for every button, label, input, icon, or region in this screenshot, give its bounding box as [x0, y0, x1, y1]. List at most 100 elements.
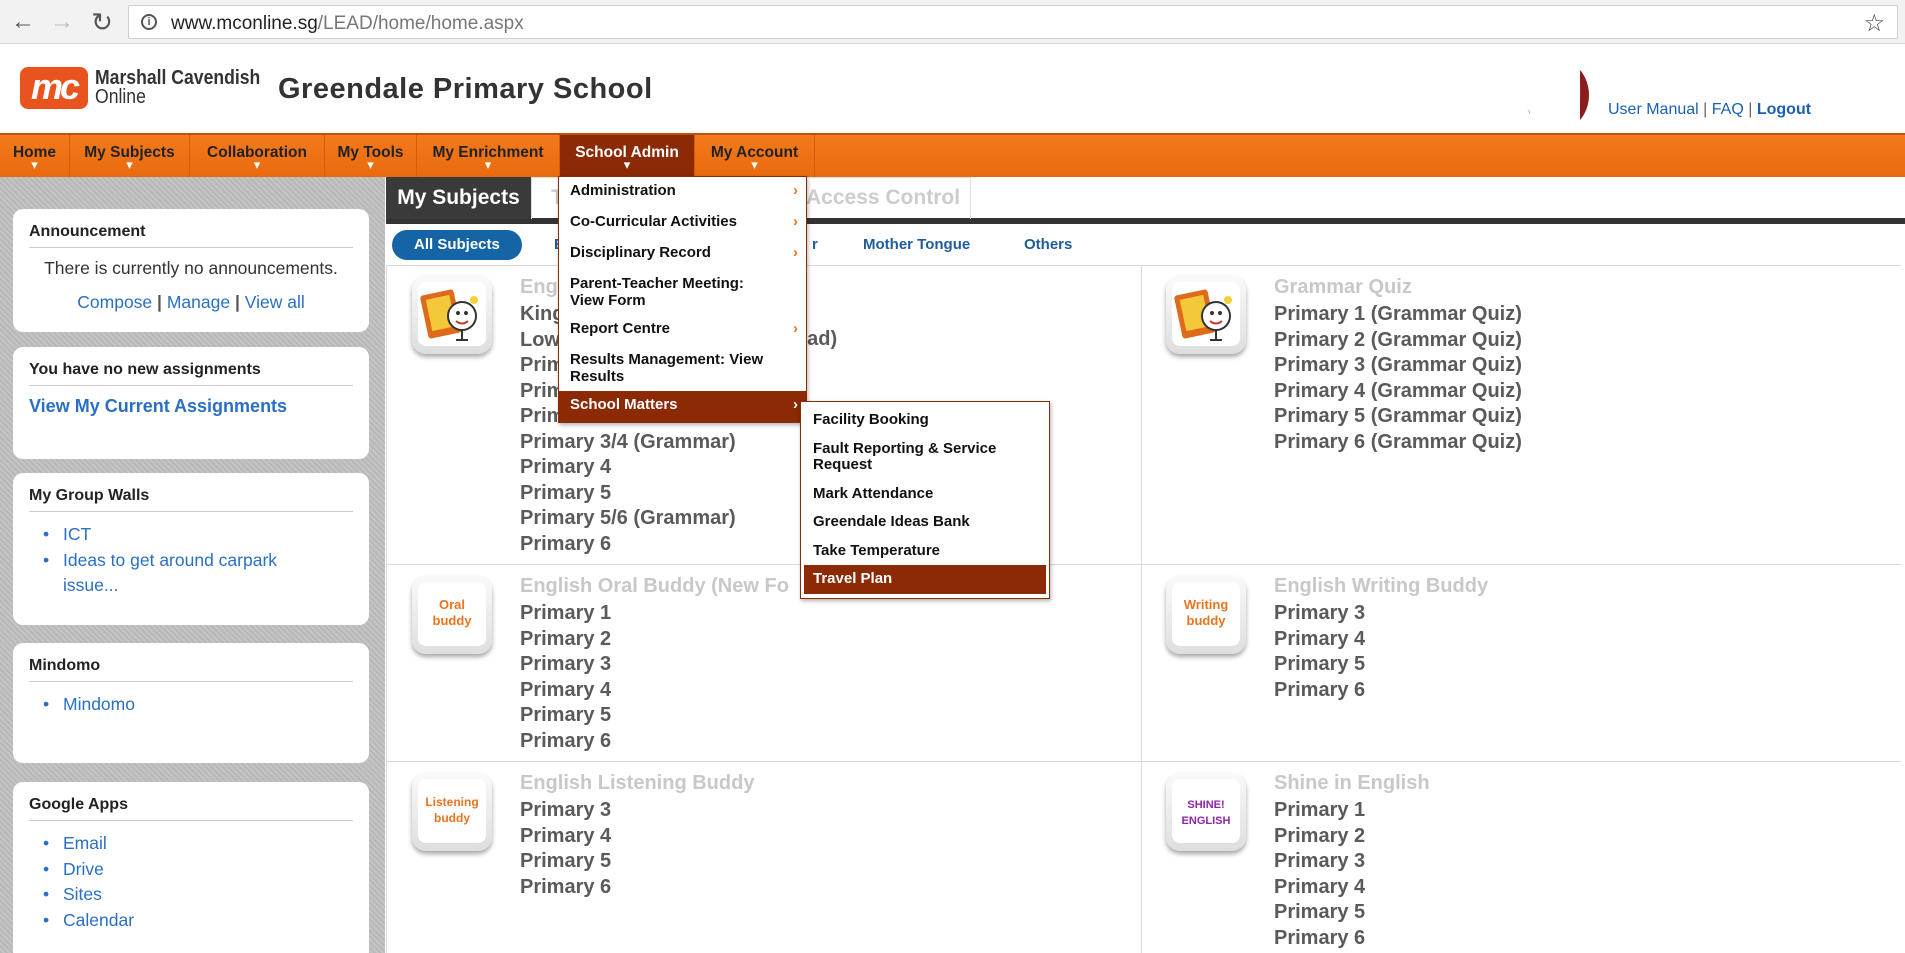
card-title[interactable]: English Oral Buddy (New Fo — [520, 575, 789, 598]
card-item[interactable]: Primary 3/4 (Grammar) — [520, 430, 736, 456]
nav-my-account[interactable]: My Account — [695, 135, 815, 177]
menu-take-temperature[interactable]: Take Temperature — [804, 537, 1046, 566]
card-item[interactable]: Primary 1 (Grammar Quiz) — [1274, 302, 1522, 328]
oral-buddy-icon[interactable]: Oral buddy — [412, 576, 492, 654]
faq-link[interactable]: FAQ — [1712, 101, 1744, 118]
browser-toolbar: ← → ↻ i www.mconline.sg/LEAD/home/home.a… — [0, 0, 1905, 44]
card-item[interactable]: Primary 3 — [1274, 601, 1365, 627]
nav-my-enrichment[interactable]: My Enrichment — [417, 135, 560, 177]
email-link[interactable]: Email — [43, 831, 353, 857]
card-items: Primary 1 Primary 2 Primary 3 Primary 4 … — [520, 601, 611, 754]
mc-logo[interactable]: mc — [20, 67, 88, 109]
card-item[interactable]: Primary 5 — [520, 481, 736, 507]
menu-facility-booking[interactable]: Facility Booking — [804, 406, 1046, 435]
group-walls-title: My Group Walls — [29, 487, 353, 512]
menu-school-matters[interactable]: School Matters — [559, 391, 806, 422]
card-item[interactable]: Primary 5/6 (Grammar) — [520, 506, 736, 532]
card-item[interactable]: Primary 6 — [520, 729, 611, 755]
card-item[interactable]: Primary 2 — [520, 627, 611, 653]
menu-report-centre[interactable]: Report Centre — [559, 315, 806, 346]
menu-mark-attendance[interactable]: Mark Attendance — [804, 480, 1046, 509]
card-item[interactable]: Primary 6 — [520, 875, 611, 901]
menu-administration[interactable]: Administration — [559, 177, 806, 208]
menu-ideas-bank[interactable]: Greendale Ideas Bank — [804, 508, 1046, 537]
url-text[interactable]: www.mconline.sg/LEAD/home/home.aspx — [171, 13, 524, 35]
sites-link[interactable]: Sites — [43, 882, 353, 908]
card-title[interactable]: Eng — [520, 276, 558, 299]
nav-collaboration[interactable]: Collaboration — [190, 135, 325, 177]
card-item[interactable]: Primary 1 — [520, 601, 611, 627]
card-item[interactable]: Primary 3 (Grammar Quiz) — [1274, 353, 1522, 379]
view-assignments-link[interactable]: View My Current Assignments — [29, 396, 353, 417]
card-title[interactable]: Grammar Quiz — [1274, 276, 1412, 299]
card-item[interactable]: Primary 3 — [1274, 849, 1365, 875]
user-manual-link[interactable]: User Manual — [1608, 101, 1699, 118]
tab-access-control[interactable]: Access Control — [806, 177, 960, 219]
group-wall-item[interactable]: ICT — [43, 522, 353, 548]
menu-results-management[interactable]: Results Management: View Results — [559, 346, 806, 391]
card-item[interactable]: Primary 4 — [1274, 875, 1365, 901]
school-admin-menu: Administration Co-Curricular Activities … — [558, 176, 807, 423]
assignments-panel: You have no new assignments View My Curr… — [13, 347, 369, 459]
card-item[interactable]: Primary 5 — [1274, 900, 1365, 926]
menu-ptm-view-form[interactable]: Parent-Teacher Meeting: View Form — [559, 270, 806, 315]
writing-buddy-icon[interactable]: Writing buddy — [1166, 576, 1246, 654]
card-item[interactable]: Primary 5 — [520, 849, 611, 875]
tab-my-subjects[interactable]: My Subjects — [386, 177, 531, 219]
card-item[interactable]: Primary 4 — [520, 824, 611, 850]
group-wall-item[interactable]: Ideas to get around carpark issue... — [43, 548, 293, 599]
card-title[interactable]: English Listening Buddy — [520, 772, 754, 795]
card-item[interactable]: Primary 3 — [520, 652, 611, 678]
menu-travel-plan[interactable]: Travel Plan — [804, 565, 1046, 594]
card-item[interactable]: Primary 5 — [1274, 652, 1365, 678]
menu-fault-reporting[interactable]: Fault Reporting & Service Request — [804, 435, 1046, 480]
filter-others[interactable]: Others — [1024, 230, 1072, 260]
school-matters-submenu: Facility Booking Fault Reporting & Servi… — [800, 401, 1050, 599]
card-item[interactable]: Primary 3 — [520, 798, 611, 824]
card-item[interactable]: Primary 2 — [1274, 824, 1365, 850]
grammar-quiz-icon[interactable] — [1166, 276, 1246, 354]
logout-link[interactable]: Logout — [1757, 101, 1811, 118]
address-bar[interactable]: i www.mconline.sg/LEAD/home/home.aspx ☆ — [128, 5, 1898, 39]
shine-english-icon[interactable]: SHINE! ENGLISH — [1166, 773, 1246, 851]
manage-link[interactable]: Manage — [167, 292, 230, 312]
mindomo-title: Mindomo — [29, 657, 353, 682]
card-item[interactable]: Primary 4 — [520, 455, 736, 481]
card-item[interactable]: Primary 4 — [1274, 627, 1365, 653]
view-all-link[interactable]: View all — [245, 292, 305, 312]
filter-all-subjects[interactable]: All Subjects — [392, 230, 522, 260]
english-book-icon[interactable] — [412, 276, 492, 354]
info-icon[interactable]: i — [141, 14, 157, 30]
bookmark-star-icon[interactable]: ☆ — [1863, 9, 1885, 38]
nav-my-subjects[interactable]: My Subjects — [70, 135, 190, 177]
card-item[interactable]: Primary 6 — [1274, 926, 1365, 952]
compose-link[interactable]: Compose — [77, 292, 152, 312]
card-item[interactable]: Primary 4 — [520, 678, 611, 704]
card-item[interactable]: Primary 6 — [520, 532, 736, 558]
drive-link[interactable]: Drive — [43, 857, 353, 883]
reload-icon[interactable]: ↻ — [88, 8, 116, 36]
card-item[interactable]: Primary 6 (Grammar Quiz) — [1274, 430, 1522, 456]
back-arrow-icon[interactable]: ← — [9, 8, 37, 36]
listening-buddy-icon[interactable]: Listening buddy — [412, 773, 492, 851]
mindomo-link[interactable]: Mindomo — [43, 692, 353, 718]
card-item[interactable]: Primary 6 — [1274, 678, 1365, 704]
menu-disciplinary-record[interactable]: Disciplinary Record — [559, 239, 806, 270]
card-item[interactable]: Primary 5 — [520, 703, 611, 729]
card-title[interactable]: English Writing Buddy — [1274, 575, 1488, 598]
card-title[interactable]: Shine in English — [1274, 772, 1430, 795]
card-item[interactable]: Primary 5 (Grammar Quiz) — [1274, 404, 1522, 430]
card-item[interactable]: Primary 1 — [1274, 798, 1365, 824]
forward-arrow-icon[interactable]: → — [48, 8, 76, 36]
calendar-link[interactable]: Calendar — [43, 908, 353, 934]
nav-home[interactable]: Home — [0, 135, 70, 177]
filter-partial[interactable]: r — [812, 230, 818, 260]
group-walls-panel: My Group Walls ICT Ideas to get around c… — [13, 473, 369, 625]
filter-mother-tongue[interactable]: Mother Tongue — [863, 230, 970, 260]
main-nav: Home My Subjects Collaboration My Tools … — [0, 133, 1905, 177]
nav-my-tools[interactable]: My Tools — [325, 135, 417, 177]
menu-cca[interactable]: Co-Curricular Activities — [559, 208, 806, 239]
nav-school-admin[interactable]: School Admin — [560, 135, 695, 177]
card-item[interactable]: Primary 4 (Grammar Quiz) — [1274, 379, 1522, 405]
card-item[interactable]: Primary 2 (Grammar Quiz) — [1274, 328, 1522, 354]
